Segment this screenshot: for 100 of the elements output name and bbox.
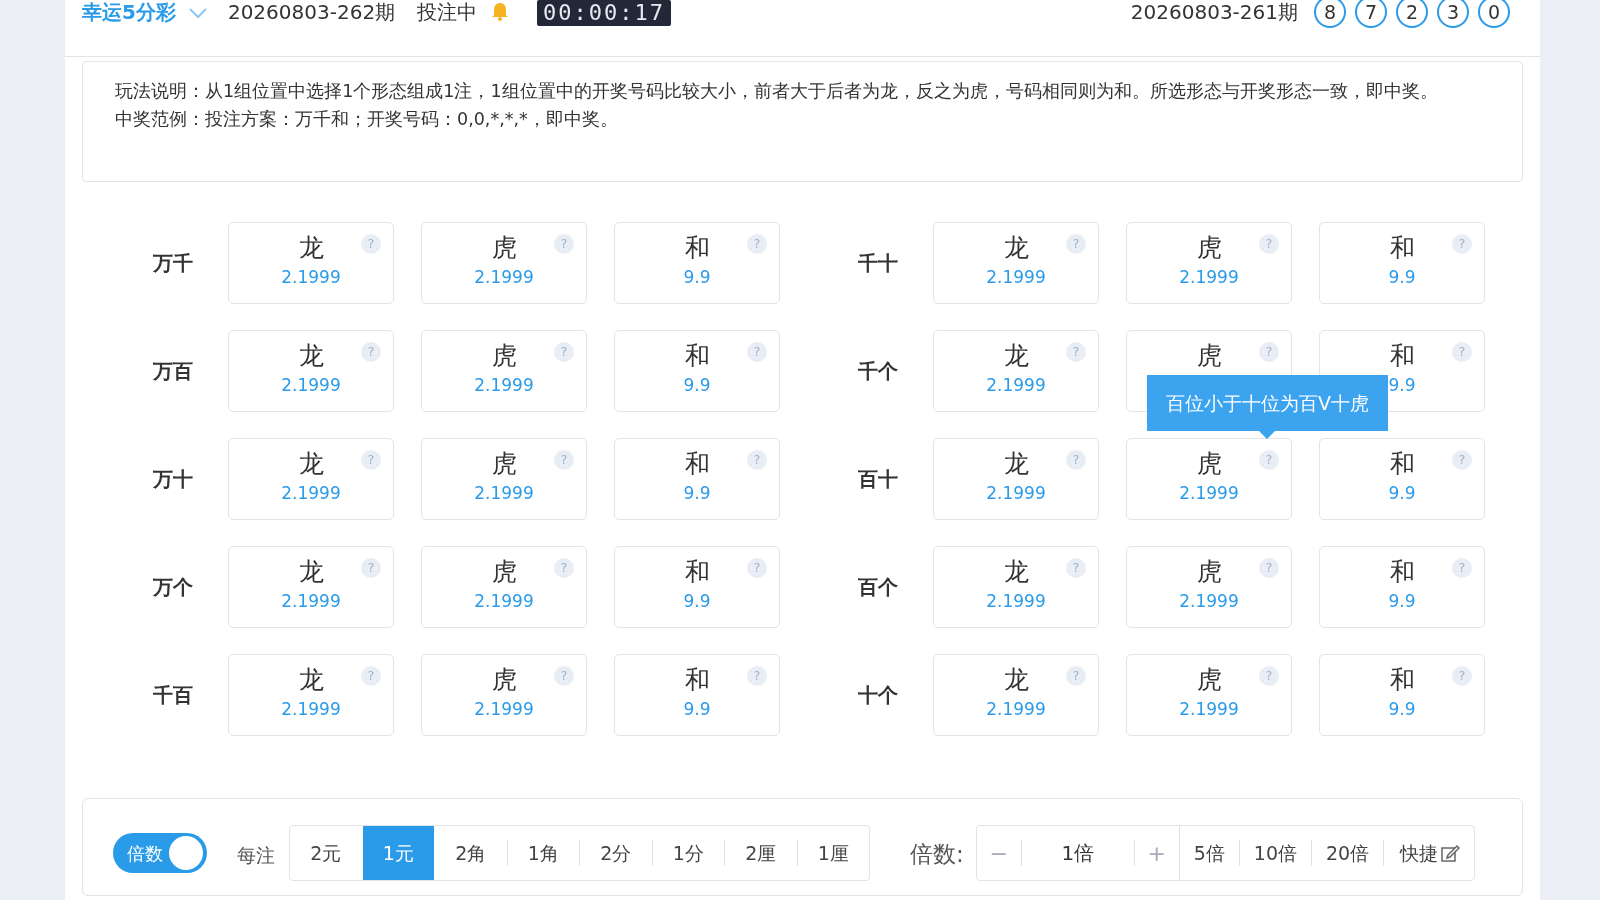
quick-button[interactable]: 快捷 [1384,826,1475,880]
odds-value: 2.1999 [986,590,1046,613]
option-label: 和 [684,340,710,372]
option-label: 虎 [491,448,517,480]
option-label: 龙 [1003,556,1029,588]
bet-option-card[interactable]: 虎 2.1999 ? [1126,654,1292,736]
unit-option[interactable]: 2厘 [725,826,797,880]
bet-option-card[interactable]: 和 9.9 ? [1319,654,1485,736]
option-label: 虎 [1196,556,1222,588]
odds-value: 2.1999 [281,482,341,505]
bet-option-card[interactable]: 龙 2.1999 ? [933,546,1099,628]
unit-option[interactable]: 1厘 [797,826,869,880]
bet-option-card[interactable]: 龙 2.1999 ? [228,330,394,412]
bet-option-card[interactable]: 龙 2.1999 ? [228,222,394,304]
bet-option-card[interactable]: 龙 2.1999 ? [933,654,1099,736]
position-label: 万百 [152,358,194,385]
option-label: 虎 [1196,340,1222,372]
odds-value: 2.1999 [986,266,1046,289]
option-label: 和 [1389,448,1415,480]
option-label: 和 [1389,340,1415,372]
preset-multiplier-button[interactable]: 20倍 [1312,826,1384,880]
bet-option-card[interactable]: 龙 2.1999 ? [228,654,394,736]
chevron-down-icon [187,7,208,19]
option-label: 虎 [1196,448,1222,480]
position-label: 千个 [857,358,899,385]
bet-option-card[interactable]: 虎 2.1999 ? [421,654,587,736]
option-label: 和 [1389,556,1415,588]
multiplier-value[interactable]: 1倍 [1021,826,1134,880]
issue-number: 20260803-262期 [227,0,396,24]
bet-option-card[interactable]: 虎 2.1999 ? [421,330,587,412]
preset-multiplier-button[interactable]: 10倍 [1239,826,1312,880]
bet-option-card[interactable]: 龙 2.1999 ? [228,546,394,628]
bet-option-card[interactable]: 和 9.9 ? [614,438,780,520]
option-label: 虎 [1196,232,1222,264]
odds-value: 2.1999 [986,698,1046,721]
bet-option-card[interactable]: 和 9.9 ? [614,546,780,628]
edit-icon [1441,844,1461,862]
option-label: 虎 [491,232,517,264]
odds-value: 2.1999 [474,266,534,289]
bet-option-card[interactable]: 和 9.9 ? [614,330,780,412]
result-ball: 0 [1478,0,1510,28]
unit-option[interactable]: 2角 [435,826,507,880]
result-ball: 8 [1314,0,1346,28]
option-label: 虎 [1196,664,1222,696]
bet-option-card[interactable]: 和 9.9 ? [1319,438,1485,520]
unit-option[interactable]: 1角 [507,826,579,880]
option-label: 虎 [491,556,517,588]
option-label: 和 [1389,664,1415,696]
bet-option-card[interactable]: 和 9.9 ? [614,654,780,736]
bet-option-card[interactable]: 和 9.9 ? [1319,222,1485,304]
unit-option[interactable]: 2分 [580,826,652,880]
option-label: 龙 [298,448,324,480]
bet-option-card[interactable]: 虎 2.1999 ? [1126,438,1292,520]
odds-value: 2.1999 [281,590,341,613]
position-label: 万千 [152,250,194,277]
position-label: 万个 [152,574,194,601]
option-label: 龙 [1003,448,1029,480]
odds-value: 2.1999 [1179,698,1239,721]
rule-text: 中奖范例：投注方案：万千和；开奖号码：0,0,*,*,*，即中奖。 [115,108,619,131]
bet-option-card[interactable]: 虎 2.1999 ? [421,222,587,304]
odds-value: 2.1999 [281,698,341,721]
unit-option[interactable]: 1分 [652,826,724,880]
bet-option-card[interactable]: 龙 2.1999 ? [933,222,1099,304]
bet-option-card[interactable]: 和 9.9 ? [614,222,780,304]
position-label: 百十 [857,466,899,493]
bet-option-card[interactable]: 龙 2.1999 ? [228,438,394,520]
option-label: 和 [684,232,710,264]
bet-option-card[interactable]: 龙 2.1999 ? [933,330,1099,412]
position-label: 百个 [857,574,899,601]
odds-value: 9.9 [683,698,711,721]
unit-option[interactable]: 2元 [290,826,362,880]
odds-value: 2.1999 [474,590,534,613]
tooltip: 百位小于十位为百V十虎 [1147,375,1388,439]
result-ball: 3 [1437,0,1469,28]
option-label: 虎 [491,340,517,372]
odds-value: 9.9 [683,482,711,505]
odds-value: 9.9 [1388,590,1416,613]
multiplier-label: 倍数: [910,840,964,869]
odds-value: 2.1999 [281,374,341,397]
option-label: 龙 [298,232,324,264]
odds-value: 2.1999 [474,698,534,721]
bet-option-card[interactable]: 虎 2.1999 ? [421,438,587,520]
bet-option-card[interactable]: 龙 2.1999 ? [933,438,1099,520]
preset-multiplier-button[interactable]: 5倍 [1179,826,1239,880]
option-label: 龙 [1003,340,1029,372]
option-label: 龙 [1003,664,1029,696]
last-issue-number: 20260803-261期 [1130,0,1298,24]
position-label: 万十 [152,466,194,493]
odds-value: 2.1999 [281,266,341,289]
odds-value: 9.9 [1388,698,1416,721]
odds-value: 2.1999 [474,482,534,505]
bet-option-card[interactable]: 虎 2.1999 ? [1126,222,1292,304]
betting-status: 投注中 [417,0,478,24]
bet-option-card[interactable]: 虎 2.1999 ? [1126,546,1292,628]
bet-option-card[interactable]: 和 9.9 ? [1319,546,1485,628]
bet-option-card[interactable]: 虎 2.1999 ? [421,546,587,628]
option-label: 和 [684,556,710,588]
option-label: 龙 [298,556,324,588]
option-label: 龙 [1003,232,1029,264]
odds-value: 9.9 [683,266,711,289]
